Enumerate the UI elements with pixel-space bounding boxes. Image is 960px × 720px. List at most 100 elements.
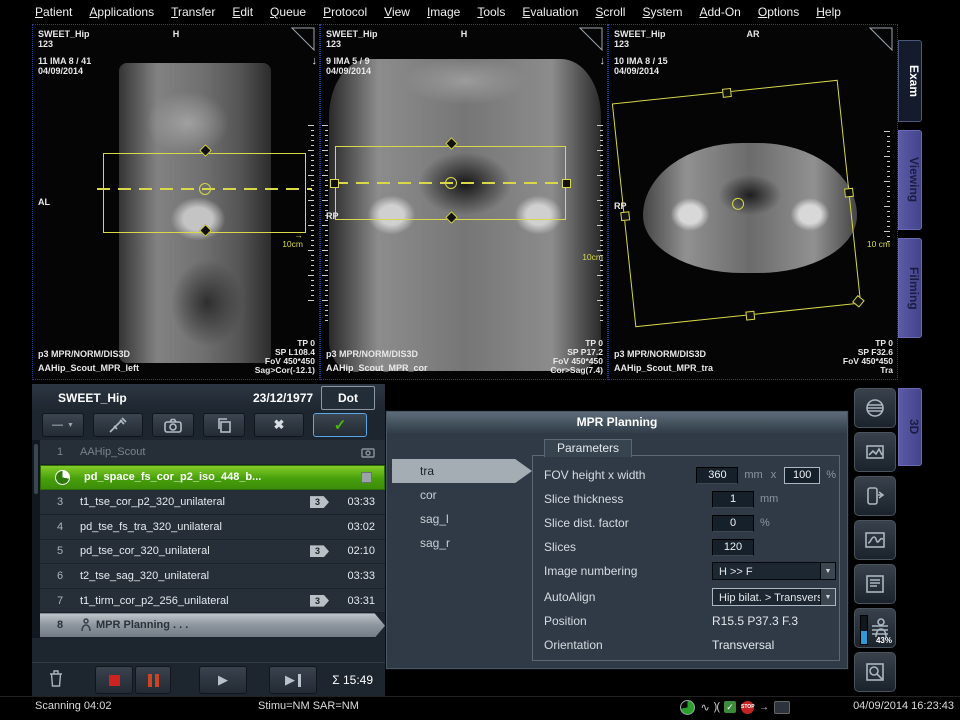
stop-button[interactable] [95,666,133,694]
dot-engine-button[interactable]: Dot [321,386,375,410]
queue-row[interactable]: 4 pd_tse_fs_tra_320_unilateral 03:02 [40,515,385,540]
handle-bottom[interactable] [745,311,755,321]
image-search-icon [864,661,886,683]
table-stop-icon: STOP [741,701,754,714]
handle-left[interactable] [330,179,339,188]
head-3d-button[interactable] [854,388,896,428]
play-button[interactable]: ▶ [199,666,247,694]
mpr-item-sag-r[interactable]: sag_r [392,531,532,555]
confirm-step-button[interactable]: ✓ [313,413,367,437]
slices-input[interactable] [712,539,754,556]
queue-row-running[interactable]: pd_space_fs_cor_p2_iso_448_b... [40,465,385,491]
queue-row[interactable]: 5 pd_tse_cor_320_unilateral 3 02:10 [40,540,385,565]
protocol-queue: 1 AAHip_Scout pd_space_fs_cor_p2_iso_448… [40,440,385,638]
scroll-down-icon[interactable]: ↓ [600,55,606,67]
stop-icon [109,675,120,686]
slice-thickness-input[interactable] [712,491,754,508]
field-fov: FOV height x width mm x % [544,465,836,485]
dropdown-arrow-icon[interactable]: ▼ [820,563,835,579]
patient-reregister-button[interactable] [854,476,896,516]
menu-addon[interactable]: Add-On [699,5,740,19]
handle-top[interactable] [722,88,732,98]
viewport-coronal[interactable]: 10cm SWEET_Hip 123 9 IMA 5 / 9 04/09/201… [320,24,608,380]
sar-meter-button[interactable]: 43% [854,608,896,648]
queue-row-selected[interactable]: 8 MPR Planning . . . [40,613,385,638]
image-gallery-icon [864,441,886,463]
image-gallery-button[interactable] [854,432,896,472]
queue-scrollbar[interactable] [32,440,40,638]
queue-row[interactable]: 7 t1_tirm_cor_p2_256_unilateral 3 03:31 [40,589,385,614]
image-numbering-dropdown[interactable]: H >> F ▼ [712,562,836,580]
tab-parameters[interactable]: Parameters [544,439,632,457]
orientation-value: Transversal [712,638,774,652]
mpr-item-tra[interactable]: tra [392,459,532,483]
menu-view[interactable]: View [384,5,410,19]
head-3d-icon [864,397,886,419]
menu-queue[interactable]: Queue [270,5,306,19]
contrast-injection-button[interactable] [93,413,143,437]
position-value: R15.5 P37.3 F.3 [712,614,798,628]
exam-task-panel: SWEET_Hip 23/12/1977 Dot — ▼ ✖ [32,384,385,696]
menu-evaluation[interactable]: Evaluation [522,5,578,19]
queue-row[interactable]: 6 t2_tse_sag_320_unilateral 03:33 [40,564,385,589]
application-window: Patient Applications Transfer Edit Queue… [0,0,960,720]
skip-button[interactable]: ▶ [269,666,317,694]
dialog-title[interactable]: MPR Planning [387,412,847,433]
menu-applications[interactable]: Applications [89,5,154,19]
copy-button[interactable] [203,413,245,437]
pause-button[interactable] [135,666,171,694]
strategy-combo[interactable]: — ▼ [42,413,84,437]
skip-icon: ▶ [285,672,295,688]
menu-patient[interactable]: Patient [35,5,72,19]
handle-left[interactable] [620,211,630,221]
copy-count-badge: 3 [310,545,329,557]
orientation-letter: H [321,29,607,39]
handle-right[interactable] [562,179,571,188]
coil-brackets-icon: )( [714,701,719,713]
dropdown-arrow-icon[interactable]: ▼ [820,589,835,605]
viewport-sagittal[interactable]: → 10cm SWEET_Hip 123 11 IMA 8 / 41 04/09… [32,24,320,380]
image-search-button[interactable] [854,652,896,692]
tab-viewing[interactable]: Viewing [898,130,922,230]
scrollbar-thumb[interactable] [34,444,38,494]
rotate-handle[interactable] [852,295,865,308]
handle-center[interactable] [199,183,211,195]
arrow-icon: → [759,702,769,713]
fov-height-input[interactable] [696,467,738,484]
handle-right[interactable] [844,188,854,198]
syringe-icon [108,416,128,434]
snapshot-button[interactable] [152,413,194,437]
cancel-step-button[interactable]: ✖ [254,413,304,437]
mpr-item-sag-l[interactable]: sag_l [392,507,532,531]
queue-row[interactable]: 3 t1_tse_cor_p2_320_unilateral 3 03:33 [40,490,385,515]
fov-box-transversal[interactable] [612,80,861,327]
menu-tools[interactable]: Tools [477,5,505,19]
menu-protocol[interactable]: Protocol [323,5,367,19]
menu-options[interactable]: Options [758,5,799,19]
scroll-down-icon[interactable]: ↓ [312,55,318,67]
mpr-item-cor[interactable]: cor [392,483,532,507]
pause-checkbox[interactable] [361,472,372,483]
menu-transfer[interactable]: Transfer [171,5,215,19]
slice-dist-input[interactable] [712,515,754,532]
menu-help[interactable]: Help [816,5,841,19]
tool-column: 43% [854,388,898,696]
tab-exam[interactable]: Exam [898,40,922,122]
tab-filming[interactable]: Filming [898,238,922,338]
menu-scroll[interactable]: Scroll [595,5,625,19]
handle-center[interactable] [731,197,744,210]
menu-system[interactable]: System [642,5,682,19]
handle-center[interactable] [445,177,457,189]
menu-image[interactable]: Image [427,5,460,19]
physio-curve-button[interactable] [854,520,896,560]
person-icon [80,618,92,632]
geometry-info: TP 0SP L108.4 FoV 450*450Sag>Cor(-12.1) [255,339,315,375]
exam-report-button[interactable] [854,564,896,604]
queue-row[interactable]: 1 AAHip_Scout [40,440,385,465]
delete-button[interactable] [48,669,64,692]
fov-width-input[interactable] [784,467,820,484]
menu-edit[interactable]: Edit [232,5,253,19]
tab-3d[interactable]: 3D [898,388,922,466]
autoalign-dropdown[interactable]: Hip bilat. > Transvers ▼ [712,588,836,606]
viewport-transversal[interactable]: 10 cm SWEET_Hip 123 10 IMA 8 / 15 04/09/… [608,24,898,380]
